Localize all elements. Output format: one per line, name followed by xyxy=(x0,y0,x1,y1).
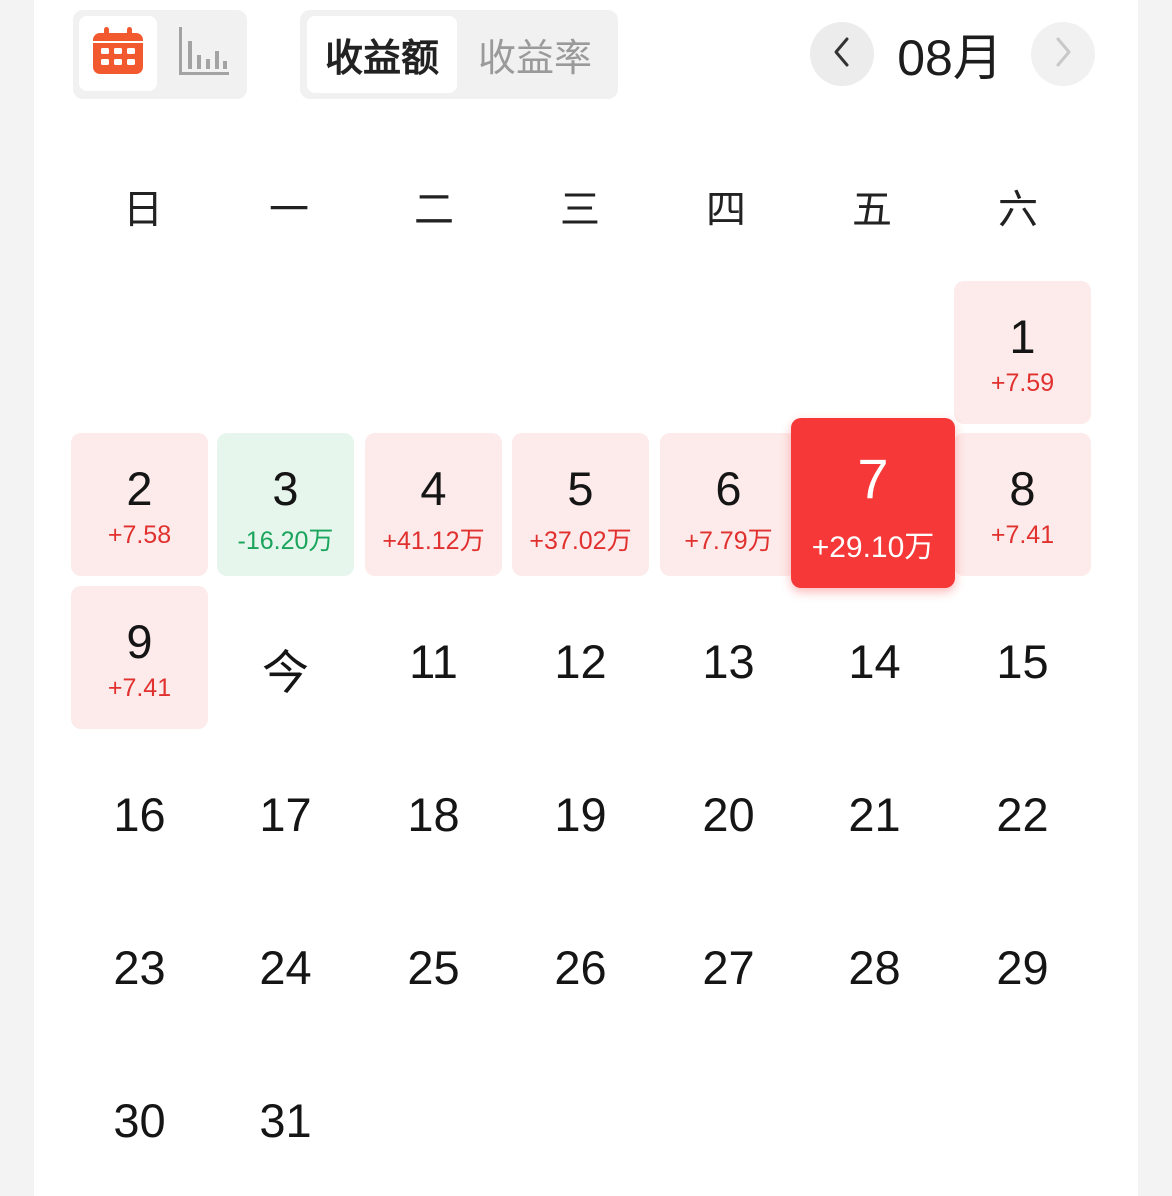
day-number: 8 xyxy=(1009,462,1036,515)
day-number: 26 xyxy=(554,941,607,994)
day-number: 30 xyxy=(113,1094,166,1147)
calendar-day[interactable]: 16 xyxy=(71,739,208,882)
calendar-day[interactable]: 14 xyxy=(806,586,943,729)
day-number: 21 xyxy=(848,788,901,841)
day-number: 17 xyxy=(259,788,312,841)
calendar-day[interactable]: 21 xyxy=(806,739,943,882)
calendar-day[interactable]: 27 xyxy=(660,892,797,1035)
day-number: 2 xyxy=(126,462,153,515)
day-profit-value: +7.41 xyxy=(107,674,172,702)
calendar-day[interactable]: 12 xyxy=(512,586,649,729)
day-number: 7 xyxy=(857,447,889,510)
day-number: 13 xyxy=(702,635,755,688)
calendar-day[interactable]: 7 +29.10万 xyxy=(791,418,955,588)
day-number: 3 xyxy=(272,462,299,515)
calendar-day[interactable]: 1 +7.59 xyxy=(954,281,1091,424)
calendar-grid: 1 +7.59 2 +7.58 3 -16.20万 4 +41.12万 5 +37.02万 6 +7.… xyxy=(0,0,1172,1196)
calendar-day[interactable]: 5 +37.02万 xyxy=(512,433,649,576)
calendar-day[interactable]: 3 -16.20万 xyxy=(217,433,354,576)
day-profit-value: +7.58 xyxy=(107,521,172,549)
day-number: 25 xyxy=(407,941,460,994)
day-number: 29 xyxy=(996,941,1049,994)
day-profit-value: +41.12万 xyxy=(382,527,485,555)
calendar-day[interactable]: 13 xyxy=(660,586,797,729)
calendar-day[interactable]: 2 +7.58 xyxy=(71,433,208,576)
day-number: 12 xyxy=(554,635,607,688)
calendar-day[interactable]: 23 xyxy=(71,892,208,1035)
day-number: 31 xyxy=(259,1094,312,1147)
day-profit-value: +29.10万 xyxy=(811,531,935,564)
day-number: 5 xyxy=(567,462,594,515)
calendar-day[interactable]: 8 +7.41 xyxy=(954,433,1091,576)
day-number: 4 xyxy=(420,462,447,515)
day-number: 6 xyxy=(715,462,742,515)
calendar-day[interactable]: 6 +7.79万 xyxy=(660,433,797,576)
calendar-day[interactable]: 22 xyxy=(954,739,1091,882)
day-profit-value: +7.59 xyxy=(990,369,1055,397)
day-number: 14 xyxy=(848,635,901,688)
calendar-day[interactable]: 29 xyxy=(954,892,1091,1035)
day-number: 1 xyxy=(1009,310,1036,363)
calendar-day[interactable]: 30 xyxy=(71,1045,208,1188)
day-number: 16 xyxy=(113,788,166,841)
day-number: 今 xyxy=(262,646,309,699)
day-number: 15 xyxy=(996,635,1049,688)
day-number: 23 xyxy=(113,941,166,994)
day-number: 24 xyxy=(259,941,312,994)
day-number: 19 xyxy=(554,788,607,841)
calendar-day[interactable]: 4 +41.12万 xyxy=(365,433,502,576)
day-number: 20 xyxy=(702,788,755,841)
day-number: 28 xyxy=(848,941,901,994)
calendar-day[interactable]: 24 xyxy=(217,892,354,1035)
calendar-day[interactable]: 25 xyxy=(365,892,502,1035)
calendar-day[interactable]: 18 xyxy=(365,739,502,882)
day-profit-value: +37.02万 xyxy=(529,527,632,555)
calendar-day[interactable]: 19 xyxy=(512,739,649,882)
calendar-day[interactable]: 28 xyxy=(806,892,943,1035)
calendar-day[interactable]: 15 xyxy=(954,586,1091,729)
calendar-day[interactable]: 26 xyxy=(512,892,649,1035)
calendar-day[interactable]: 9 +7.41 xyxy=(71,586,208,729)
day-number: 22 xyxy=(996,788,1049,841)
day-number: 9 xyxy=(126,615,153,668)
day-profit-value: +7.41 xyxy=(990,521,1055,549)
day-number: 18 xyxy=(407,788,460,841)
day-profit-value: -16.20万 xyxy=(237,527,334,555)
day-number: 11 xyxy=(409,635,458,688)
calendar-day[interactable]: 17 xyxy=(217,739,354,882)
calendar-day[interactable]: 20 xyxy=(660,739,797,882)
day-number: 27 xyxy=(702,941,755,994)
calendar-day[interactable]: 11 xyxy=(365,586,502,729)
calendar-day-today[interactable]: 今 xyxy=(217,586,354,729)
day-profit-value: +7.79万 xyxy=(684,527,773,555)
calendar-day[interactable]: 31 xyxy=(217,1045,354,1188)
